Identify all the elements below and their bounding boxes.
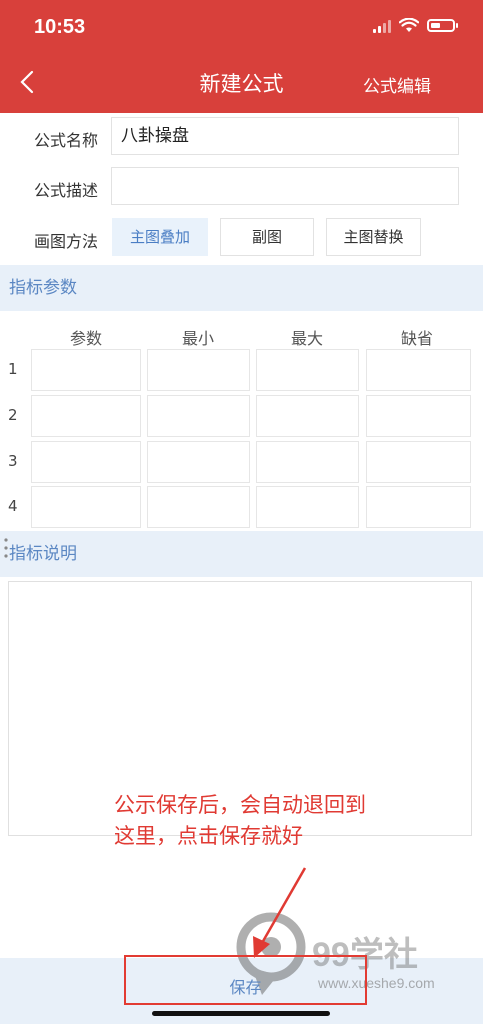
drag-handle-icon[interactable] xyxy=(2,534,10,564)
mode-main-overlay-button[interactable]: 主图叠加 xyxy=(112,218,208,256)
param-default-cell[interactable] xyxy=(366,486,471,528)
param-name-cell[interactable] xyxy=(31,441,141,483)
column-header-min: 最小 xyxy=(181,329,214,348)
row-number-4: 4 xyxy=(8,497,18,515)
status-icons xyxy=(373,18,458,33)
name-field[interactable]: 八卦操盘 xyxy=(111,117,459,155)
param-name-cell[interactable] xyxy=(31,395,141,437)
param-min-cell[interactable] xyxy=(147,395,250,437)
param-min-cell[interactable] xyxy=(147,486,250,528)
status-time: 10:53 xyxy=(34,16,86,38)
header-bar: 10:53 新建公式 公式编辑 xyxy=(0,0,483,113)
column-header-max: 最大 xyxy=(290,329,323,348)
name-label: 公式名称 xyxy=(34,131,99,150)
draw-method-label: 画图方法 xyxy=(34,232,99,251)
desc-label: 公式描述 xyxy=(34,181,99,200)
wifi-icon xyxy=(399,18,419,32)
save-button[interactable]: 保存 xyxy=(124,955,367,1005)
param-default-cell[interactable] xyxy=(366,441,471,483)
app-screen: 10:53 新建公式 公式编辑 公式名称 八卦操盘 公式描述 画图方法 主图叠加… xyxy=(0,0,483,1024)
row-number-3: 3 xyxy=(8,452,18,470)
row-number-2: 2 xyxy=(8,406,18,424)
annotation-line-1: 公示保存后，会自动退回到 xyxy=(114,793,366,817)
param-min-cell[interactable] xyxy=(147,349,250,391)
param-name-cell[interactable] xyxy=(31,349,141,391)
param-max-cell[interactable] xyxy=(256,441,359,483)
param-name-cell[interactable] xyxy=(31,486,141,528)
annotation-text: 公示保存后，会自动退回到 这里，点击保存就好 xyxy=(114,790,366,852)
param-max-cell[interactable] xyxy=(256,486,359,528)
battery-icon xyxy=(427,19,458,32)
formula-edit-button[interactable]: 公式编辑 xyxy=(363,72,431,97)
desc-field[interactable] xyxy=(111,167,459,205)
signal-icon xyxy=(373,19,391,33)
home-indicator xyxy=(152,1011,330,1016)
params-section-header: 指标参数 xyxy=(0,265,483,311)
column-header-param: 参数 xyxy=(69,329,102,348)
row-number-1: 1 xyxy=(8,360,18,378)
param-max-cell[interactable] xyxy=(256,395,359,437)
param-default-cell[interactable] xyxy=(366,395,471,437)
annotation-line-2: 这里，点击保存就好 xyxy=(114,824,303,848)
description-section-header: 指标说明 xyxy=(0,531,483,577)
mode-sub-chart-button[interactable]: 副图 xyxy=(220,218,314,256)
param-min-cell[interactable] xyxy=(147,441,250,483)
column-header-default: 缺省 xyxy=(400,329,433,348)
mode-main-replace-button[interactable]: 主图替换 xyxy=(326,218,421,256)
param-default-cell[interactable] xyxy=(366,349,471,391)
param-max-cell[interactable] xyxy=(256,349,359,391)
